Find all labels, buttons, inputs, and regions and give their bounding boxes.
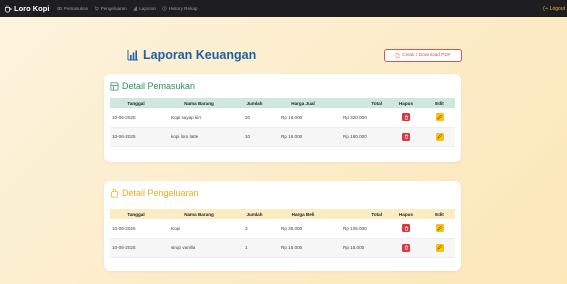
table-header-row: Tanggal Nama Barang Jumlah Harga Beli To… bbox=[110, 209, 455, 219]
pencil-icon bbox=[437, 245, 442, 250]
cell-name: kopi loro latte bbox=[171, 134, 199, 139]
file-pdf-icon bbox=[395, 53, 400, 58]
trash-icon bbox=[404, 134, 408, 139]
cell-edit bbox=[424, 108, 455, 127]
logout-button[interactable]: Logout bbox=[543, 0, 565, 17]
income-card-title: Detail Pemasukan bbox=[110, 81, 195, 91]
cell-date: 10-06-2025 bbox=[112, 225, 136, 231]
shopping-bag-icon bbox=[110, 188, 119, 197]
nav-item-laporan[interactable]: Laporan bbox=[133, 6, 156, 11]
column-header-tanggal[interactable]: Tanggal bbox=[110, 98, 162, 108]
cell-delete bbox=[388, 219, 424, 238]
cell-price: Rp 15.000 bbox=[281, 245, 303, 250]
cell-date: 10-06-2025 bbox=[112, 245, 136, 250]
bar-chart-icon bbox=[133, 6, 138, 11]
cell-name: sirup vanilla bbox=[171, 245, 196, 250]
income-title-text: Detail Pemasukan bbox=[122, 81, 196, 91]
brand-logo[interactable]: Loro Kopi bbox=[4, 4, 49, 13]
nav-item-label: Pengeluaran bbox=[100, 6, 127, 11]
page-title-text: Laporan Keuangan bbox=[143, 48, 257, 62]
cell-edit bbox=[424, 219, 455, 238]
cash-register-icon bbox=[110, 82, 119, 90]
column-header-jumlah[interactable]: Jumlah bbox=[236, 98, 273, 108]
cell-date: 10-06-2025 bbox=[112, 114, 136, 120]
table-row: 10-06-2025 Kopi sayap kiri 20 Rp 16.000 … bbox=[110, 108, 455, 127]
pencil-icon bbox=[437, 225, 442, 231]
cell-qty: 20 bbox=[245, 114, 251, 120]
column-header-edit: Edit bbox=[424, 209, 455, 219]
column-header-jumlah[interactable]: Jumlah bbox=[236, 209, 273, 219]
cart-icon bbox=[94, 6, 99, 11]
column-header-harga-jual[interactable]: Harga Jual bbox=[273, 98, 333, 108]
page-title: Laporan Keuangan bbox=[127, 48, 256, 62]
cell-total: Rp 15.000 bbox=[343, 245, 365, 250]
delete-button[interactable] bbox=[402, 224, 410, 233]
cell-edit bbox=[424, 238, 455, 257]
column-header-hapus: Hapus bbox=[388, 98, 424, 108]
cell-total: Rp 160.000 bbox=[343, 134, 367, 139]
delete-button[interactable] bbox=[402, 113, 410, 122]
cash-icon bbox=[57, 7, 63, 10]
cell-delete bbox=[388, 108, 424, 127]
pencil-icon bbox=[437, 134, 442, 139]
cell-qty: 1 bbox=[245, 245, 248, 250]
edit-button[interactable] bbox=[435, 132, 444, 141]
cell-date: 10-06-2025 bbox=[112, 134, 136, 139]
expense-card: Detail Pengeluaran Tanggal Nama Barang J… bbox=[104, 181, 461, 271]
column-header-total[interactable]: Total bbox=[333, 209, 388, 219]
print-pdf-label: Cetak / Download PDF bbox=[402, 53, 451, 58]
expense-table: Tanggal Nama Barang Jumlah Harga Beli To… bbox=[110, 209, 455, 258]
table-header-row: Tanggal Nama Barang Jumlah Harga Jual To… bbox=[110, 98, 455, 108]
nav-item-label: History Rekap bbox=[168, 6, 198, 11]
column-header-edit: Edit bbox=[424, 98, 455, 108]
cell-price: Rp 16.000 bbox=[281, 134, 303, 139]
nav-item-history-rekap[interactable]: History Rekap bbox=[162, 6, 197, 11]
cell-total: Rp 105.000 bbox=[343, 225, 367, 231]
column-header-hapus: Hapus bbox=[388, 209, 424, 219]
column-header-nama-barang[interactable]: Nama Barang bbox=[162, 98, 236, 108]
nav-item-label: Laporan bbox=[139, 6, 157, 11]
column-header-nama-barang[interactable]: Nama Barang bbox=[162, 209, 236, 219]
cell-delete bbox=[388, 238, 424, 257]
edit-button[interactable] bbox=[435, 243, 444, 252]
cell-name: Kopi bbox=[171, 225, 181, 231]
table-row: 10-06-2025 kopi loro latte 10 Rp 16.000 … bbox=[110, 127, 455, 146]
cell-delete bbox=[388, 127, 424, 146]
print-pdf-button[interactable]: Cetak / Download PDF bbox=[384, 49, 462, 62]
cell-price: Rp 16.000 bbox=[281, 114, 303, 120]
income-card: Detail Pemasukan Tanggal Nama Barang Jum… bbox=[104, 74, 461, 162]
brand-name: Loro Kopi bbox=[14, 4, 50, 13]
delete-button[interactable] bbox=[402, 132, 410, 141]
expense-title-text: Detail Pengeluaran bbox=[122, 188, 199, 198]
nav-item-label: Pemasukan bbox=[63, 6, 89, 11]
delete-button[interactable] bbox=[402, 243, 410, 252]
edit-button[interactable] bbox=[435, 113, 444, 122]
cell-total: Rp 320.000 bbox=[343, 114, 367, 120]
table-row: 10-06-2025 sirup vanilla 1 Rp 15.000 Rp … bbox=[110, 238, 455, 257]
column-header-total[interactable]: Total bbox=[333, 98, 388, 108]
expense-card-title: Detail Pengeluaran bbox=[110, 188, 199, 198]
cell-edit bbox=[424, 127, 455, 146]
nav-item-pengeluaran[interactable]: Pengeluaran bbox=[94, 6, 127, 11]
trash-icon bbox=[404, 226, 408, 231]
cell-price: Rp 35.000 bbox=[281, 225, 303, 231]
edit-button[interactable] bbox=[435, 224, 444, 233]
table-row: 10-06-2025 Kopi 3 Rp 35.000 Rp 105.000 bbox=[110, 219, 455, 238]
history-icon bbox=[162, 6, 167, 11]
logout-icon bbox=[543, 6, 549, 11]
top-navbar: Loro Kopi Pemasukan Pengeluaran Laporan … bbox=[0, 0, 567, 17]
column-header-harga-beli[interactable]: Harga Beli bbox=[273, 209, 333, 219]
column-header-tanggal[interactable]: Tanggal bbox=[110, 209, 162, 219]
nav-item-pemasukan[interactable]: Pemasukan bbox=[57, 6, 88, 11]
income-table: Tanggal Nama Barang Jumlah Harga Jual To… bbox=[110, 98, 455, 147]
trash-icon bbox=[404, 245, 408, 250]
cell-name: Kopi sayap kiri bbox=[171, 114, 201, 120]
bar-chart-icon bbox=[127, 50, 138, 61]
cell-qty: 3 bbox=[245, 225, 248, 231]
coffee-cup-icon bbox=[5, 5, 12, 13]
cell-qty: 10 bbox=[245, 134, 251, 139]
pencil-icon bbox=[437, 114, 442, 120]
trash-icon bbox=[404, 115, 408, 120]
logout-label: Logout bbox=[549, 5, 565, 12]
